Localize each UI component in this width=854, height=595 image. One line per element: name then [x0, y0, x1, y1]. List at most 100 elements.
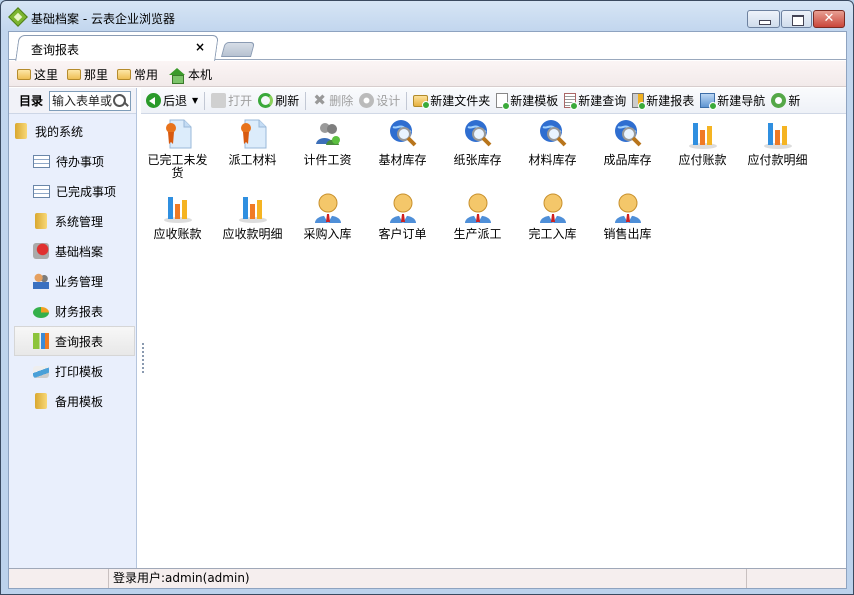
toolbar-button-label: 新建文件夹: [430, 94, 491, 108]
toolbar-button-10[interactable]: 新建查询: [564, 92, 627, 110]
grid-item-label: 生产派工: [453, 227, 502, 241]
grid-item-5[interactable]: 材料库存: [515, 116, 590, 190]
sidebar-item-9[interactable]: 备用模板: [9, 386, 136, 416]
sidebar-item-7[interactable]: 查询报表: [14, 326, 135, 356]
doc-icon: [496, 93, 511, 110]
bar-chart-icon: [33, 333, 49, 349]
quick-item-label: 常用: [134, 68, 159, 82]
toolbar-button-13[interactable]: 新: [771, 92, 800, 109]
dropdown-arrow-icon[interactable]: ▼: [192, 96, 198, 105]
tab-bar: 查询报表 ×: [9, 32, 846, 61]
grid-item-7[interactable]: 应付账款: [665, 116, 740, 190]
x-icon: ✖: [313, 91, 326, 109]
sidebar-item-label: 待办事项: [56, 154, 105, 169]
quick-item-2[interactable]: 常用: [117, 66, 158, 83]
grid-item-15[interactable]: 销售出库: [590, 190, 665, 264]
sidebar-item-0[interactable]: 我的系统: [9, 116, 136, 146]
person-icon: [312, 192, 344, 224]
newfolder-icon: [413, 94, 431, 109]
quick-item-label: 那里: [84, 68, 109, 82]
globe-search-icon: [387, 118, 419, 150]
sidebar-item-6[interactable]: 财务报表: [9, 296, 136, 326]
tab-close-icon[interactable]: ×: [195, 40, 205, 54]
toolbar-button-9[interactable]: 新建模板: [496, 92, 559, 110]
ribbon-doc-icon: [162, 118, 194, 150]
toolbar-button-8[interactable]: 新建文件夹: [413, 92, 490, 109]
minimize-button[interactable]: [747, 10, 780, 28]
sidebar-item-4[interactable]: 基础档案: [9, 236, 136, 266]
quick-item-0[interactable]: 这里: [17, 66, 58, 83]
grid-item-label: 已完工未发货: [147, 153, 208, 180]
toolbar-button-label: 新建模板: [510, 94, 559, 108]
grid-item-8[interactable]: 应付款明细: [740, 116, 815, 190]
grid-item-1[interactable]: 派工材料: [215, 116, 290, 190]
grid-item-14[interactable]: 完工入库: [515, 190, 590, 264]
close-icon: ✕: [823, 11, 835, 26]
close-button[interactable]: ✕: [813, 10, 845, 28]
person-icon: [612, 192, 644, 224]
grid-item-2[interactable]: 计件工资: [290, 116, 365, 190]
toolbar-button-3[interactable]: 刷新: [258, 92, 299, 109]
plus-badge-icon: [709, 102, 718, 110]
sidebar-item-2[interactable]: 已完成事项: [9, 176, 136, 206]
toolbar-button-label: 新建查询: [578, 94, 627, 108]
bar-chart-icon: [162, 192, 194, 224]
toolbar-button-5[interactable]: ✖ 删除: [312, 92, 353, 109]
sidebar-search: [49, 90, 132, 111]
folder-icon: [35, 213, 47, 229]
quick-item-3[interactable]: 本机: [169, 66, 213, 84]
bar-chart-icon: [237, 192, 269, 224]
app-logo-icon: [8, 7, 28, 27]
users-icon: [33, 273, 49, 289]
grid-item-11[interactable]: 采购入库: [290, 190, 365, 264]
toolbar-button-11[interactable]: 新建报表: [632, 92, 694, 110]
new-tab-button[interactable]: [220, 42, 256, 57]
back-icon: [146, 93, 161, 108]
quick-item-label: 本机: [188, 68, 213, 82]
table-icon: [33, 184, 50, 198]
title-bar[interactable]: 基础档案 - 云表企业浏览器 ✕: [1, 1, 853, 31]
users-icon: [312, 118, 344, 150]
toolbar-button-label: 新建导航: [717, 94, 766, 108]
sidebar-item-8[interactable]: 打印模板: [9, 356, 136, 386]
quick-item-1[interactable]: 那里: [67, 66, 108, 83]
item-grid: 已完工未发货 派工材料 计件工资 基材库存 纸张库存 材料库存 成品库存 应付账款 应付款明细应…: [140, 116, 840, 264]
grid-item-13[interactable]: 生产派工: [440, 190, 515, 264]
sidebar-item-3[interactable]: 系统管理: [9, 206, 136, 236]
grid-item-10[interactable]: 应收款明细: [215, 190, 290, 264]
grid-item-3[interactable]: 基材库存: [365, 116, 440, 190]
folder-icon: [15, 123, 27, 139]
sidebar-item-5[interactable]: 业务管理: [9, 266, 136, 296]
sidebar-item-label: 系统管理: [55, 214, 104, 229]
sidebar-item-label: 备用模板: [55, 394, 104, 409]
grid-item-label: 完工入库: [528, 227, 577, 241]
printer-icon: [33, 366, 49, 378]
search-icon[interactable]: [112, 93, 128, 109]
toolbar-button-label: 打开: [228, 94, 253, 108]
toolbar-button-6[interactable]: 设计: [359, 92, 400, 109]
toolbar-button-0[interactable]: 后退 ▼: [146, 92, 198, 109]
sidebar-item-label: 财务报表: [55, 304, 104, 319]
app-window: 基础档案 - 云表企业浏览器 ✕ 查询报表 × 这里 那里 常用 本机 目录 我的系统…: [0, 0, 854, 595]
bar-chart-icon: [762, 118, 794, 150]
maximize-button[interactable]: [781, 10, 812, 28]
grid-item-label: 应收款明细: [222, 227, 283, 241]
resize-grip[interactable]: [747, 569, 846, 588]
grid-item-6[interactable]: 成品库存: [590, 116, 665, 190]
sidebar-item-1[interactable]: 待办事项: [9, 146, 136, 176]
grid-item-4[interactable]: 纸张库存: [440, 116, 515, 190]
toolbar-separator: [305, 91, 307, 110]
window-title: 基础档案 - 云表企业浏览器: [31, 12, 175, 26]
toolbar-button-2[interactable]: 打开: [211, 92, 252, 109]
grid-item-9[interactable]: 应收账款: [140, 190, 215, 264]
plus-badge-icon: [422, 100, 431, 109]
grid-item-12[interactable]: 客户订单: [365, 190, 440, 264]
plus-badge-icon: [570, 102, 579, 110]
toolbar-button-12[interactable]: 新建导航: [700, 92, 766, 110]
sidebar-search-input[interactable]: [50, 93, 113, 108]
refresh-icon: [258, 93, 274, 108]
person-icon: [462, 192, 494, 224]
grid-item-0[interactable]: 已完工未发货: [140, 116, 215, 190]
table-icon: [33, 154, 50, 168]
tab-label: 查询报表: [31, 43, 80, 57]
